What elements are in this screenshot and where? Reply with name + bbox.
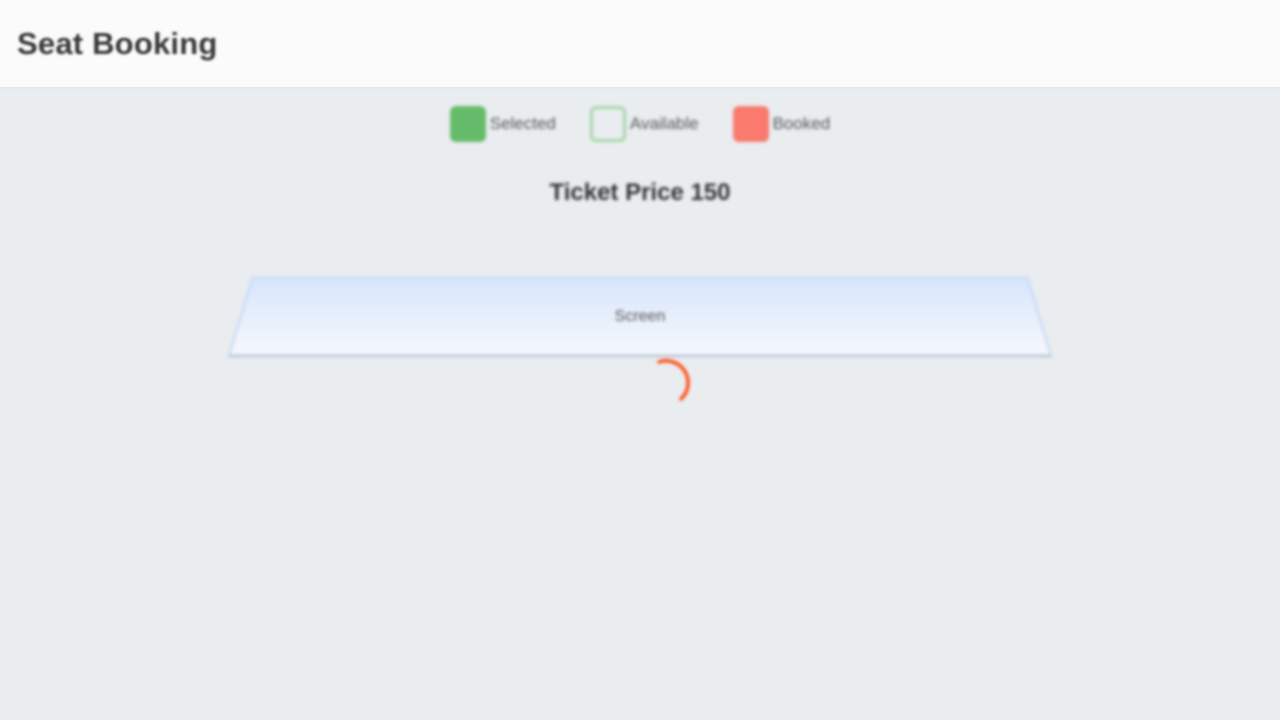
- legend-item-available: Available: [589, 106, 699, 142]
- legend-label-booked: Booked: [772, 114, 831, 133]
- seat-legend: Selected Available Booked: [0, 106, 1280, 142]
- app-header: Seat Booking: [0, 0, 1280, 87]
- loading-spinner-icon: [657, 359, 690, 401]
- booked-swatch-icon: [732, 106, 769, 142]
- legend-item-selected: Selected: [449, 106, 556, 142]
- selected-swatch-icon: [449, 106, 486, 142]
- ticket-price: Ticket Price 150: [549, 179, 731, 206]
- legend-label-available: Available: [629, 114, 699, 133]
- legend-item-booked: Booked: [732, 106, 831, 142]
- legend-label-selected: Selected: [489, 114, 556, 133]
- booking-content: Selected Available Booked Ticket Price 1…: [0, 87, 1280, 720]
- page-title: Seat Booking: [17, 26, 218, 61]
- screen-label: Screen: [614, 308, 666, 325]
- cinema-screen: Screen: [228, 277, 1052, 357]
- available-swatch-icon: [589, 106, 626, 142]
